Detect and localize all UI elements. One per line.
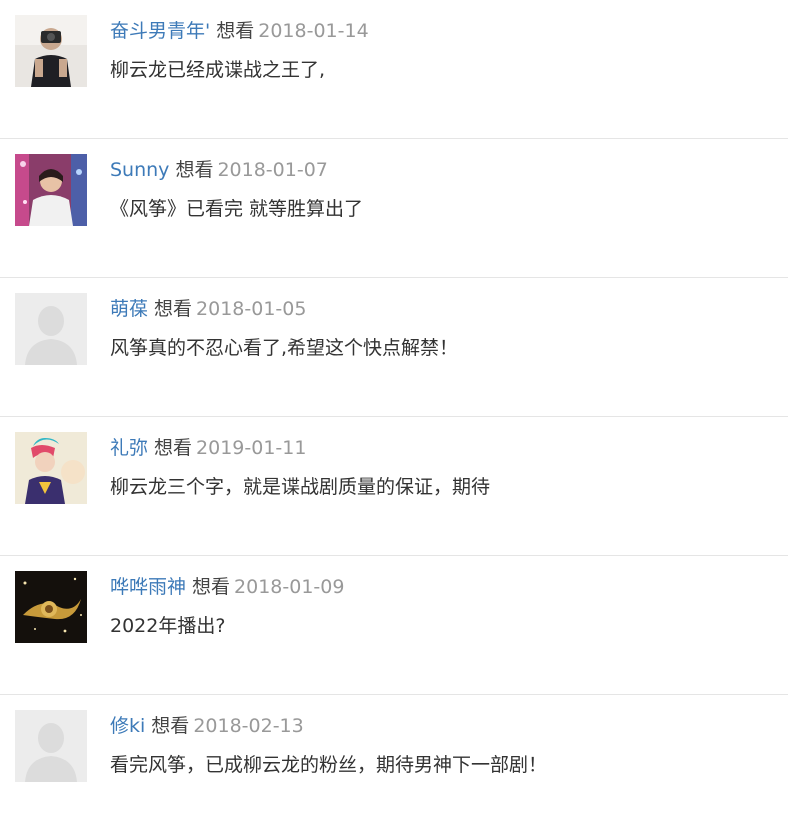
comment-date: 2019-01-11 [196,437,307,459]
comment-meta: Sunny 想看 2018-01-07 [110,157,328,183]
comment-item: Sunny 想看 2018-01-07 《风筝》已看完 就等胜算出了 [0,139,788,278]
comment-date: 2018-01-05 [196,298,307,320]
username-link[interactable]: 修ki [110,715,145,737]
comment-text: 风筝真的不忍心看了,希望这个快点解禁！ [110,337,459,359]
comment-text: 柳云龙已经成谍战之王了, [110,59,326,81]
user-avatar[interactable] [15,432,87,504]
comment-list: 奋斗男青年' 想看 2018-01-14 柳云龙已经成谍战之王了, Sunny 想看 2… [0,0,788,834]
action-label: 想看 [154,298,193,320]
action-label: 想看 [192,576,231,598]
user-avatar[interactable] [15,293,87,365]
comment-date: 2018-01-09 [234,576,345,598]
comment-date: 2018-02-13 [193,715,304,737]
user-avatar[interactable] [15,710,87,782]
comment-meta: 萌葆 想看 2018-01-05 [110,296,306,322]
comment-item: 奋斗男青年' 想看 2018-01-14 柳云龙已经成谍战之王了, [0,0,788,139]
action-label: 想看 [216,20,255,42]
comment-text: 2022年播出? [110,615,226,637]
comment-meta: 修ki 想看 2018-02-13 [110,713,304,739]
action-label: 想看 [175,159,214,181]
comment-date: 2018-01-14 [258,20,369,42]
photo-avatar-icon [15,15,87,87]
comment-item: 礼弥 想看 2019-01-11 柳云龙三个字，就是谍战剧质量的保证，期待 [0,417,788,556]
user-avatar[interactable] [15,15,87,87]
photo-avatar-icon [15,154,87,226]
user-avatar[interactable] [15,154,87,226]
default-avatar-icon [15,710,87,782]
username-link[interactable]: 礼弥 [110,437,148,459]
username-link[interactable]: 萌葆 [110,298,148,320]
username-link[interactable]: 奋斗男青年' [110,20,210,42]
user-avatar[interactable] [15,571,87,643]
comment-text: 看完风筝，已成柳云龙的粉丝，期待男神下一部剧！ [110,754,548,776]
comment-date: 2018-01-07 [217,159,328,181]
comment-item: 哗哗雨神 想看 2018-01-09 2022年播出? [0,556,788,695]
username-link[interactable]: 哗哗雨神 [110,576,186,598]
action-label: 想看 [151,715,190,737]
comment-meta: 哗哗雨神 想看 2018-01-09 [110,574,344,600]
comment-meta: 奋斗男青年' 想看 2018-01-14 [110,18,369,44]
default-avatar-icon [15,293,87,365]
comment-text: 《风筝》已看完 就等胜算出了 [110,198,364,220]
comment-text: 柳云龙三个字，就是谍战剧质量的保证，期待 [110,476,491,498]
photo-avatar-icon [15,571,87,643]
comment-item: 萌葆 想看 2018-01-05 风筝真的不忍心看了,希望这个快点解禁！ [0,278,788,417]
action-label: 想看 [154,437,193,459]
comment-meta: 礼弥 想看 2019-01-11 [110,435,306,461]
username-link[interactable]: Sunny [110,159,169,181]
comment-item: 修ki 想看 2018-02-13 看完风筝，已成柳云龙的粉丝，期待男神下一部剧！ [0,695,788,834]
photo-avatar-icon [15,432,87,504]
